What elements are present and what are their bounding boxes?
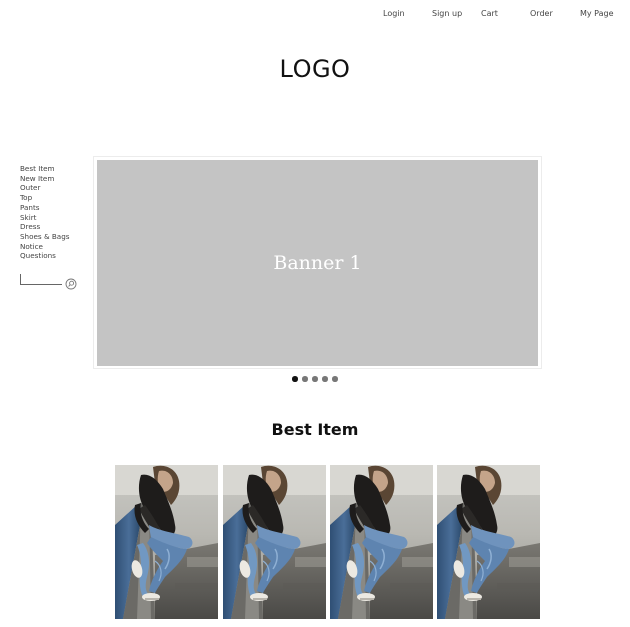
banner-slider: Banner 1 xyxy=(93,156,542,369)
slider-dot-3[interactable] xyxy=(312,376,318,382)
site-logo[interactable]: LOGO xyxy=(0,55,630,83)
cart-link[interactable]: Cart xyxy=(481,9,498,18)
banner-slide[interactable]: Banner 1 xyxy=(97,160,538,366)
product-image xyxy=(115,465,218,619)
slider-dot-2[interactable] xyxy=(302,376,308,382)
top-navigation: Login Sign up Cart Order My Page xyxy=(0,9,630,23)
side-menu-item-shoes-bags[interactable]: Shoes & Bags xyxy=(20,232,90,242)
side-menu-item-dress[interactable]: Dress xyxy=(20,222,90,232)
product-card-3[interactable] xyxy=(330,465,433,619)
banner-title: Banner 1 xyxy=(273,252,362,274)
side-menu-item-new-item[interactable]: New Item xyxy=(20,174,90,184)
product-image xyxy=(223,465,326,619)
product-image xyxy=(330,465,433,619)
search-icon[interactable] xyxy=(65,275,77,290)
side-menu: Best Item New Item Outer Top Pants Skirt… xyxy=(20,164,90,261)
product-image xyxy=(437,465,540,619)
product-card-4[interactable] xyxy=(437,465,540,619)
best-item-title: Best Item xyxy=(271,420,359,439)
side-menu-item-best-item[interactable]: Best Item xyxy=(20,164,90,174)
signup-link[interactable]: Sign up xyxy=(432,9,462,18)
side-menu-item-notice[interactable]: Notice xyxy=(20,242,90,252)
product-card-1[interactable] xyxy=(115,465,218,619)
side-menu-item-outer[interactable]: Outer xyxy=(20,183,90,193)
side-menu-item-questions[interactable]: Questions xyxy=(20,251,90,261)
order-link[interactable]: Order xyxy=(530,9,553,18)
side-menu-item-skirt[interactable]: Skirt xyxy=(20,213,90,223)
search-input[interactable] xyxy=(20,274,62,285)
side-search xyxy=(20,274,80,290)
slider-dot-4[interactable] xyxy=(322,376,328,382)
side-menu-item-top[interactable]: Top xyxy=(20,193,90,203)
slider-dot-5[interactable] xyxy=(332,376,338,382)
slider-pagination xyxy=(292,376,338,382)
slider-dot-1[interactable] xyxy=(292,376,298,382)
product-card-2[interactable] xyxy=(223,465,326,619)
side-menu-item-pants[interactable]: Pants xyxy=(20,203,90,213)
best-item-grid xyxy=(115,465,541,619)
login-link[interactable]: Login xyxy=(383,9,405,18)
mypage-link[interactable]: My Page xyxy=(580,9,614,18)
